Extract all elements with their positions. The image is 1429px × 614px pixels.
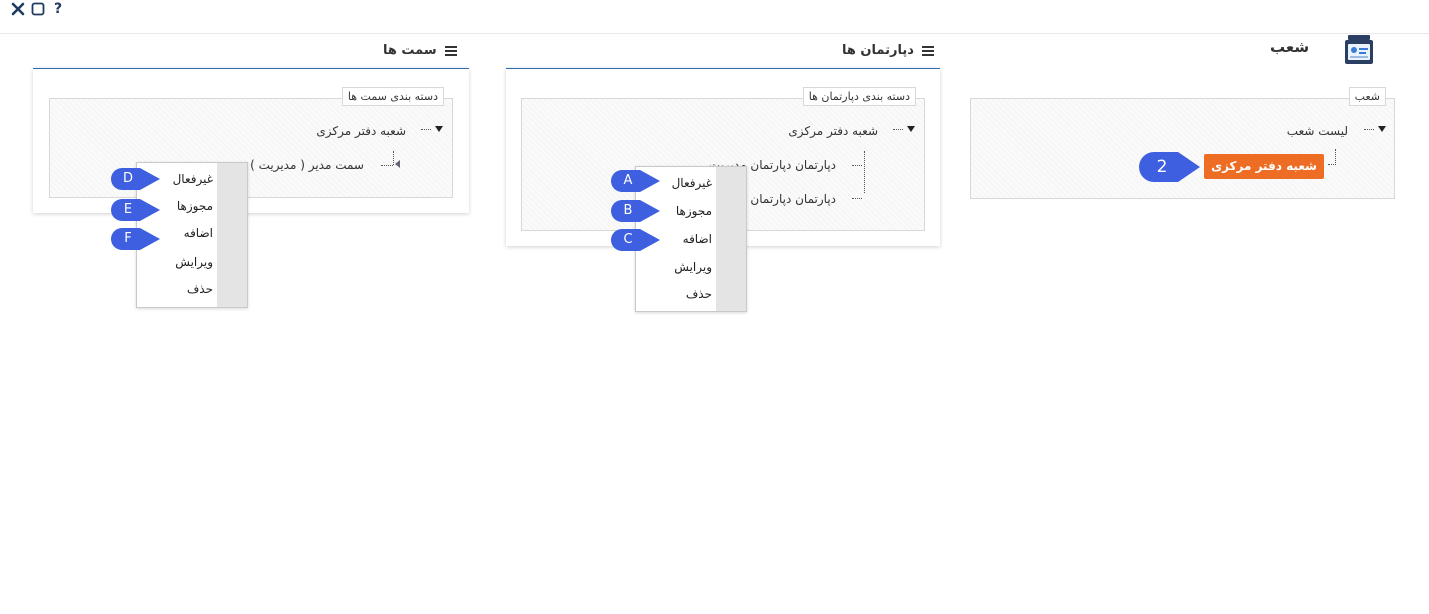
departments-legend: دسته بندی دپارتمان ها xyxy=(802,87,916,106)
positions-legend: دسته بندی سمت ها xyxy=(341,87,444,106)
menu-gutter xyxy=(716,167,746,311)
tree-connector xyxy=(421,129,431,130)
callout-marker: C xyxy=(610,228,662,252)
close-icon[interactable] xyxy=(10,0,26,18)
maximize-icon[interactable] xyxy=(30,0,46,18)
callout-marker: 2 xyxy=(1138,151,1202,183)
callout-marker: D xyxy=(110,167,162,191)
menu-item-permissions[interactable]: مجوزها xyxy=(676,204,712,218)
menu-item-edit[interactable]: ویرایش xyxy=(175,255,213,269)
expand-arrow-icon[interactable] xyxy=(907,126,915,132)
positions-tree-root[interactable]: شعبه دفتر مرکزی xyxy=(316,124,406,138)
tree-connector xyxy=(852,165,862,166)
menu-item-add[interactable]: اضافه xyxy=(683,232,712,246)
menu-item-delete[interactable]: حذف xyxy=(686,287,712,301)
tree-connector xyxy=(393,151,394,165)
callout-marker: A xyxy=(610,169,662,193)
positions-panel: دسته بندی سمت ها شعبه دفتر مرکزی سمت مدی… xyxy=(33,68,469,213)
departments-title: دپارتمان ها xyxy=(842,43,914,58)
tree-connector xyxy=(1335,149,1336,165)
menu-item-permissions[interactable]: مجوزها xyxy=(177,199,213,213)
menu-item-delete[interactable]: حذف xyxy=(187,282,213,296)
departments-tree-root[interactable]: شعبه دفتر مرکزی xyxy=(788,124,878,138)
branches-tree-root[interactable]: لیست شعب xyxy=(1287,124,1348,138)
expand-arrow-icon[interactable] xyxy=(1378,126,1386,132)
tree-connector xyxy=(1328,164,1336,165)
help-icon[interactable]: ? xyxy=(50,0,66,18)
branches-legend: شعب xyxy=(1348,87,1386,106)
menu-item-add[interactable]: اضافه xyxy=(184,226,213,240)
departments-header: دپارتمان ها xyxy=(842,43,934,58)
branch-card-icon xyxy=(1340,33,1380,69)
callout-marker: E xyxy=(110,198,162,222)
callout-marker: F xyxy=(110,227,162,251)
tree-connector xyxy=(852,198,862,199)
positions-header: سمت ها xyxy=(383,43,457,58)
header-divider xyxy=(0,33,1429,34)
tree-connector xyxy=(381,165,393,166)
menu-icon[interactable] xyxy=(921,45,934,56)
branch-node-button[interactable]: شعبه دفتر مرکزی xyxy=(1204,154,1324,179)
window-controls: ? xyxy=(10,0,66,18)
collapse-arrow-icon[interactable] xyxy=(395,160,400,168)
tree-connector xyxy=(1364,129,1374,130)
menu-icon[interactable] xyxy=(444,45,457,56)
callout-marker: B xyxy=(610,199,662,223)
tree-connector xyxy=(864,151,865,193)
menu-gutter xyxy=(217,163,247,307)
page-title: شعب xyxy=(1270,38,1310,56)
position-node[interactable]: سمت مدیر ( مدیریت ) xyxy=(250,158,364,172)
positions-title: سمت ها xyxy=(383,43,437,58)
tree-connector xyxy=(893,129,903,130)
menu-item-disable[interactable]: غیرفعال xyxy=(672,176,712,190)
menu-item-edit[interactable]: ویرایش xyxy=(674,260,712,274)
branches-fieldset: شعب لیست شعب xyxy=(970,87,1395,199)
department-node[interactable]: دپارتمان دپارتمان xyxy=(750,192,836,206)
expand-arrow-icon[interactable] xyxy=(435,126,443,132)
menu-item-disable[interactable]: غیرفعال xyxy=(173,172,213,186)
